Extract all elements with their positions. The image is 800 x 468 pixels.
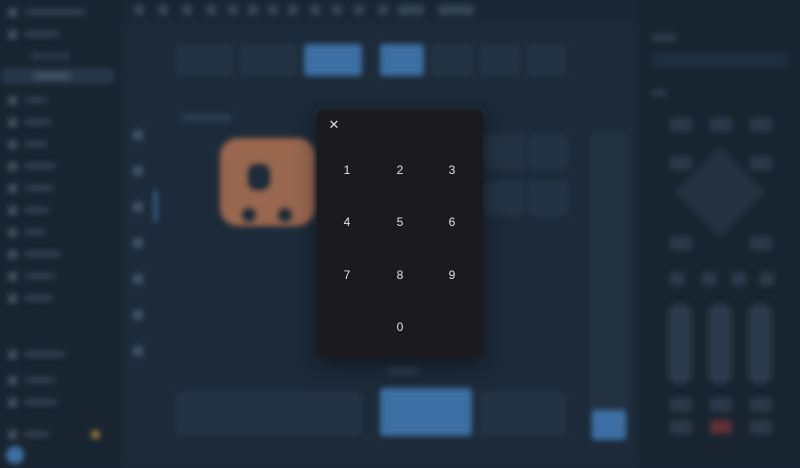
numpad-key-3[interactable]: 3 — [432, 155, 472, 185]
numpad-dialog: ✕ 1 2 3 4 5 6 7 8 9 0 — [317, 110, 483, 358]
numpad-key-8[interactable]: 8 — [380, 260, 420, 290]
numpad-key-6[interactable]: 6 — [432, 207, 472, 237]
numpad-key-2[interactable]: 2 — [380, 155, 420, 185]
numpad-key-1[interactable]: 1 — [327, 155, 367, 185]
numpad-key-7[interactable]: 7 — [327, 260, 367, 290]
numpad-key-0[interactable]: 0 — [380, 312, 420, 342]
close-icon[interactable]: ✕ — [325, 116, 343, 134]
numpad-key-9[interactable]: 9 — [432, 260, 472, 290]
numpad-key-5[interactable]: 5 — [380, 207, 420, 237]
numpad-key-4[interactable]: 4 — [327, 207, 367, 237]
